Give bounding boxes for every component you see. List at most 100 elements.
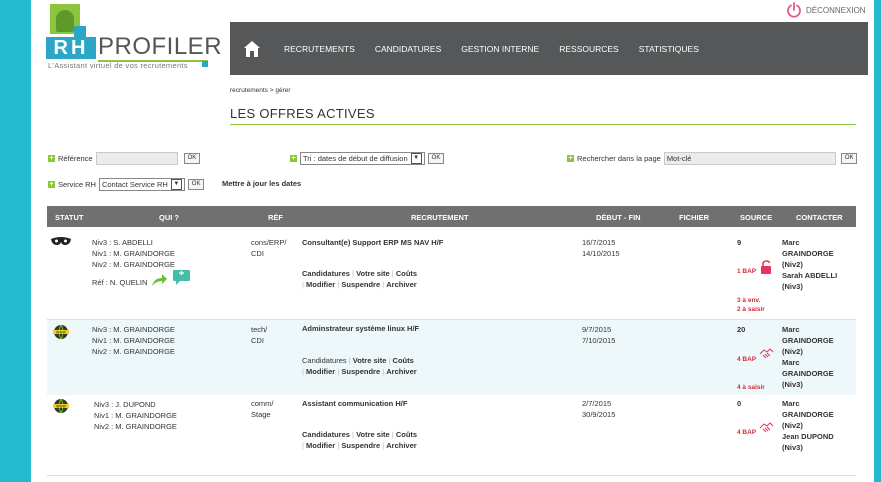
couts-link[interactable]: Coûts — [396, 430, 417, 439]
nav-recrutements[interactable]: RECRUTEMENTS — [274, 44, 365, 54]
suspendre-link[interactable]: Suspendre — [341, 441, 380, 450]
votre-site-link[interactable]: Votre site — [356, 269, 390, 278]
plus-icon[interactable]: + — [48, 155, 55, 162]
handshake-icon[interactable] — [759, 346, 774, 359]
add-comment-icon[interactable] — [172, 269, 191, 286]
suspendre-link[interactable]: Suspendre — [341, 280, 380, 289]
contact-line[interactable]: (Niv2) — [782, 260, 803, 271]
modifier-link[interactable]: Modifier — [306, 280, 335, 289]
chevron-down-icon: ▼ — [410, 153, 422, 164]
contact-line[interactable]: (Niv2) — [782, 421, 803, 432]
ref-contract: Stage — [251, 410, 271, 419]
contact-line[interactable]: Marc — [782, 325, 800, 336]
suspendre-link[interactable]: Suspendre — [341, 367, 380, 376]
reference-input[interactable] — [95, 152, 178, 165]
contact-line[interactable]: Jean DUPOND — [782, 432, 834, 443]
svg-text:www: www — [56, 330, 67, 335]
contact-line[interactable]: Marc — [782, 399, 800, 410]
contact-line[interactable]: GRAINDORGE — [782, 410, 834, 421]
search-input[interactable]: Mot-clé — [663, 152, 836, 165]
search-label: Rechercher dans la page — [577, 154, 661, 163]
bap-count[interactable]: 1 BAP — [737, 267, 756, 278]
sort-ok-button[interactable]: OK — [427, 153, 445, 164]
chevron-down-icon: ▼ — [170, 179, 182, 190]
col-contacter[interactable]: CONTACTER — [796, 213, 843, 222]
contact-line[interactable]: GRAINDORGE — [782, 249, 834, 260]
separator: | — [391, 269, 394, 278]
contact-line[interactable]: Sarah ABDELLI — [782, 271, 837, 282]
candidatures-link[interactable]: Candidatures — [302, 430, 350, 439]
plus-icon[interactable]: + — [48, 181, 55, 188]
logo-rh: RH — [46, 37, 96, 59]
date-end: 30/9/2015 — [582, 410, 616, 419]
nav-gestion-interne[interactable]: GESTION INTERNE — [451, 44, 549, 54]
job-title-link[interactable]: Adminstrateur système linux H/F — [302, 324, 419, 335]
archiver-link[interactable]: Archiver — [386, 441, 416, 450]
nav-ressources[interactable]: RESSOURCES — [549, 44, 629, 54]
reference-filter: + Référence OK — [48, 152, 201, 165]
contact-line[interactable]: Marc — [782, 358, 800, 369]
col-statut[interactable]: STATUT — [55, 213, 83, 222]
rh-profiler-logo[interactable]: RH PROFILER L'Assistant virtuel de vos r… — [46, 4, 222, 74]
candidatures-link[interactable]: Candidatures — [302, 269, 350, 278]
candidatures-link[interactable]: Candidatures — [302, 356, 347, 365]
contact-line[interactable]: GRAINDORGE — [782, 336, 834, 347]
votre-site-link[interactable]: Votre site — [356, 430, 390, 439]
job-actions-line1: Candidatures | Votre site | Coûts — [302, 269, 417, 280]
plus-icon[interactable]: + — [567, 155, 574, 162]
couts-link[interactable]: Coûts — [396, 269, 417, 278]
contact-line[interactable]: (Niv2) — [782, 347, 803, 358]
reference-ok-button[interactable]: OK — [183, 153, 201, 164]
col-fichier[interactable]: FICHIER — [679, 213, 709, 222]
couts-link[interactable]: Coûts — [393, 356, 414, 365]
job-actions-line2: | Modifier | Suspendre | Archiver — [302, 367, 417, 378]
service-select[interactable]: Contact Service RH ▼ — [98, 178, 185, 191]
breadcrumb[interactable]: recrutements > gérer — [230, 87, 291, 94]
source-count[interactable]: 20 — [737, 325, 745, 336]
search-filter: + Rechercher dans la page Mot-clé OK — [567, 152, 858, 165]
home-button[interactable] — [230, 22, 274, 75]
separator: | — [302, 280, 304, 289]
who-niv3: Niv3 : S. ABDELLI — [92, 238, 153, 247]
nav-statistiques[interactable]: STATISTIQUES — [629, 44, 709, 54]
to-enter[interactable]: 2 à saisir — [737, 305, 765, 316]
contact-line[interactable]: Marc — [782, 238, 800, 249]
nav-candidatures[interactable]: CANDIDATURES — [365, 44, 451, 54]
logout-link[interactable]: DÉCONNEXION — [786, 2, 866, 18]
job-title-link[interactable]: Consultant(e) Support ERP MS NAV H/F — [302, 238, 443, 249]
unlock-icon[interactable] — [760, 260, 773, 274]
job-title-link[interactable]: Assistant communication H/F — [302, 399, 407, 410]
col-debut-fin[interactable]: DÉBUT - FIN — [596, 213, 641, 222]
modifier-link[interactable]: Modifier — [306, 367, 335, 376]
source-count[interactable]: 9 — [737, 238, 741, 249]
share-arrow-icon[interactable] — [151, 273, 168, 287]
modifier-link[interactable]: Modifier — [306, 441, 335, 450]
bap-count[interactable]: 4 BAP — [737, 428, 756, 439]
source-count[interactable]: 0 — [737, 399, 741, 410]
www-globe-icon: www — [53, 324, 69, 340]
archiver-link[interactable]: Archiver — [386, 280, 416, 289]
update-dates-link[interactable]: Mettre à jour les dates — [222, 179, 301, 188]
col-source[interactable]: SOURCE — [740, 213, 772, 222]
search-ok-button[interactable]: OK — [840, 153, 858, 164]
service-ok-button[interactable]: OK — [187, 179, 205, 190]
handshake-icon[interactable] — [759, 420, 774, 433]
col-qui[interactable]: QUI ? — [159, 213, 179, 222]
plus-icon[interactable]: + — [290, 155, 297, 162]
contact-line[interactable]: (Niv3) — [782, 443, 803, 454]
who-niv1: Niv1 : M. GRAINDORGE — [92, 249, 175, 258]
contact-line[interactable]: (Niv3) — [782, 380, 803, 391]
bap-count[interactable]: 4 BAP — [737, 355, 756, 366]
logo-dot — [202, 61, 208, 67]
contact-line[interactable]: (Niv3) — [782, 282, 803, 293]
archiver-link[interactable]: Archiver — [386, 367, 416, 376]
ref-contract: CDI — [251, 336, 264, 345]
col-recrutement[interactable]: RECRUTEMENT — [411, 213, 469, 222]
page-title: LES OFFRES ACTIVES — [230, 106, 375, 121]
separator: | — [391, 430, 394, 439]
col-ref[interactable]: RÉF — [268, 213, 283, 222]
sort-select[interactable]: Tri : dates de début de diffusion ▼ — [300, 152, 425, 165]
contact-line[interactable]: GRAINDORGE — [782, 369, 834, 380]
votre-site-link[interactable]: Votre site — [353, 356, 387, 365]
to-enter[interactable]: 4 à saisir — [737, 383, 765, 394]
